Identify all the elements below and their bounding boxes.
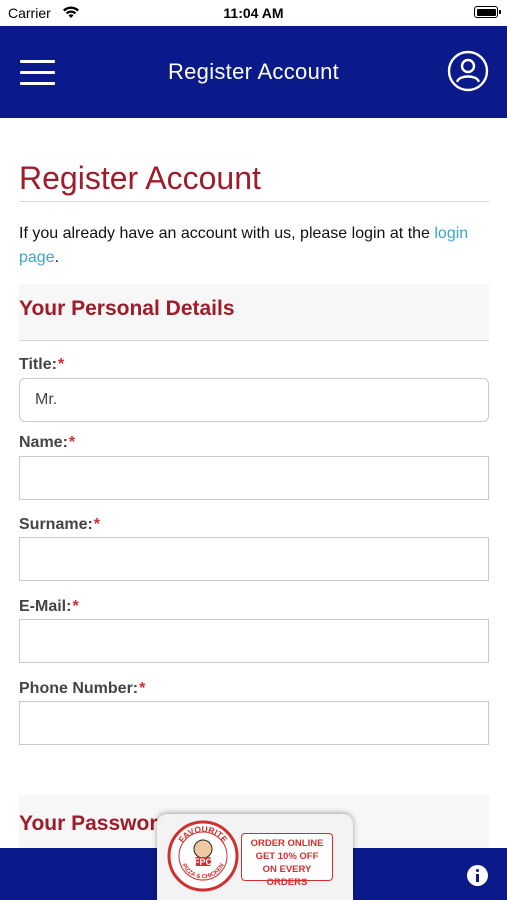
email-label-text: E-Mail: [19,598,72,615]
name-label-text: Name: [19,434,68,451]
required-mark: * [57,356,65,373]
phone-label-text: Phone Number: [19,680,139,697]
app-header: Register Account [0,26,507,118]
title-select[interactable]: Mr. [19,378,489,422]
intro-text: If you already have an account with us, … [19,222,489,270]
phone-label: Phone Number:* [19,680,145,698]
promo-line-1: ORDER ONLINE [250,838,324,849]
title-label: Title:* [19,356,64,374]
header-title: Register Account [167,59,340,84]
name-label: Name:* [19,434,75,452]
promo-line-3: ON EVERY ORDERS [262,864,312,888]
surname-field[interactable] [19,537,489,581]
page-title: Register Account [19,160,261,196]
required-mark: * [68,434,76,451]
fpc-logo: FAVOURITE PIZZA & CHICKEN FPC [167,820,239,892]
intro-message: If you already have an account with us, … [19,225,435,242]
name-field[interactable] [19,456,489,500]
email-field[interactable] [19,619,489,663]
logo-mid-text: FPC [194,857,213,867]
required-mark: * [93,516,101,533]
promo-line-2: GET 10% OFF [255,851,319,862]
user-circle-icon[interactable] [447,50,489,92]
divider [19,201,489,202]
promo-banner[interactable]: FAVOURITE PIZZA & CHICKEN FPC ORDER ONLI… [157,814,353,900]
personal-details-section: Your Personal Details [19,284,489,341]
surname-label: Surname:* [19,516,100,534]
required-mark: * [72,598,79,615]
section-title-personal: Your Personal Details [19,297,235,320]
info-icon[interactable] [467,865,488,886]
required-mark: * [139,680,146,697]
surname-label-text: Surname: [19,516,93,533]
phone-field[interactable] [19,701,489,745]
battery-icon [474,6,501,18]
intro-period: . [54,249,60,266]
email-label: E-Mail:* [19,598,79,616]
promo-offer: ORDER ONLINE GET 10% OFF ON EVERY ORDERS [241,833,333,888]
status-bar: Carrier 11:04 AM [0,0,507,26]
clock: 11:04 AM [223,5,284,21]
section-title-password: Your Password [19,812,171,835]
title-label-text: Title: [19,356,57,373]
